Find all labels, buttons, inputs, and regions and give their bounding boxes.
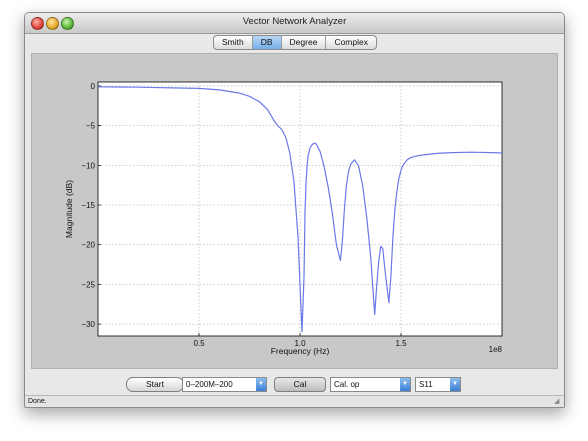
start-button[interactable]: Start: [126, 377, 184, 392]
status-text: Done.: [28, 398, 47, 405]
cal-option-value: Cal. op: [334, 380, 360, 389]
x-tick-label: 1.5: [395, 339, 407, 348]
y-tick-label: 0: [91, 82, 96, 91]
tab-complex[interactable]: Complex: [326, 36, 376, 49]
sparam-select[interactable]: S11 ▼: [415, 377, 461, 392]
tab-degree[interactable]: Degree: [282, 36, 327, 49]
sparam-select-value: S11: [419, 380, 433, 389]
y-tick-label: −15: [81, 201, 95, 210]
y-tick-label: −5: [86, 122, 96, 131]
y-tick-label: −25: [81, 280, 95, 289]
chevron-down-icon: ▼: [256, 378, 266, 391]
cal-button[interactable]: Cal: [274, 377, 326, 392]
y-tick-label: −20: [81, 241, 95, 250]
title-bar[interactable]: Vector Network Analyzer: [25, 13, 564, 34]
magnitude-chart: 0.5 1.0 1.50−5−10−15−20−25−30 Frequency (H…: [64, 81, 503, 356]
window-title: Vector Network Analyzer: [242, 16, 347, 27]
x-axis-scale-label: 1e8: [489, 345, 503, 354]
x-tick-label: 0.5: [193, 339, 205, 348]
chevron-down-icon: ▼: [400, 378, 410, 391]
resize-grip-icon[interactable]: ◢: [554, 398, 562, 406]
plot-panel: 0.5 1.0 1.5 0 −5 −10 −15 −20 −25 −30 Frequency (H…: [31, 53, 558, 369]
main-window: Vector Network Analyzer Smith DB Degree …: [24, 12, 565, 408]
y-tick-label: −30: [81, 320, 95, 329]
range-select-value: 0–200M–200: [186, 380, 233, 389]
y-axis-label: Magnitude (dB): [64, 180, 74, 238]
control-bar: Start 0–200M–200 ▼ Cal Cal. op ▼ S11 ▼: [25, 375, 564, 395]
view-mode-tabs: Smith DB Degree Complex: [213, 35, 377, 50]
range-select[interactable]: 0–200M–200 ▼: [182, 377, 267, 392]
chevron-down-icon: ▼: [450, 378, 460, 391]
tab-db[interactable]: DB: [252, 36, 282, 49]
status-bar: Done. ◢: [25, 395, 564, 407]
y-tick-label: −10: [81, 161, 95, 170]
cal-option-select[interactable]: Cal. op ▼: [330, 377, 411, 392]
x-axis-label: Frequency (Hz): [271, 346, 330, 356]
tab-smith[interactable]: Smith: [214, 36, 253, 49]
